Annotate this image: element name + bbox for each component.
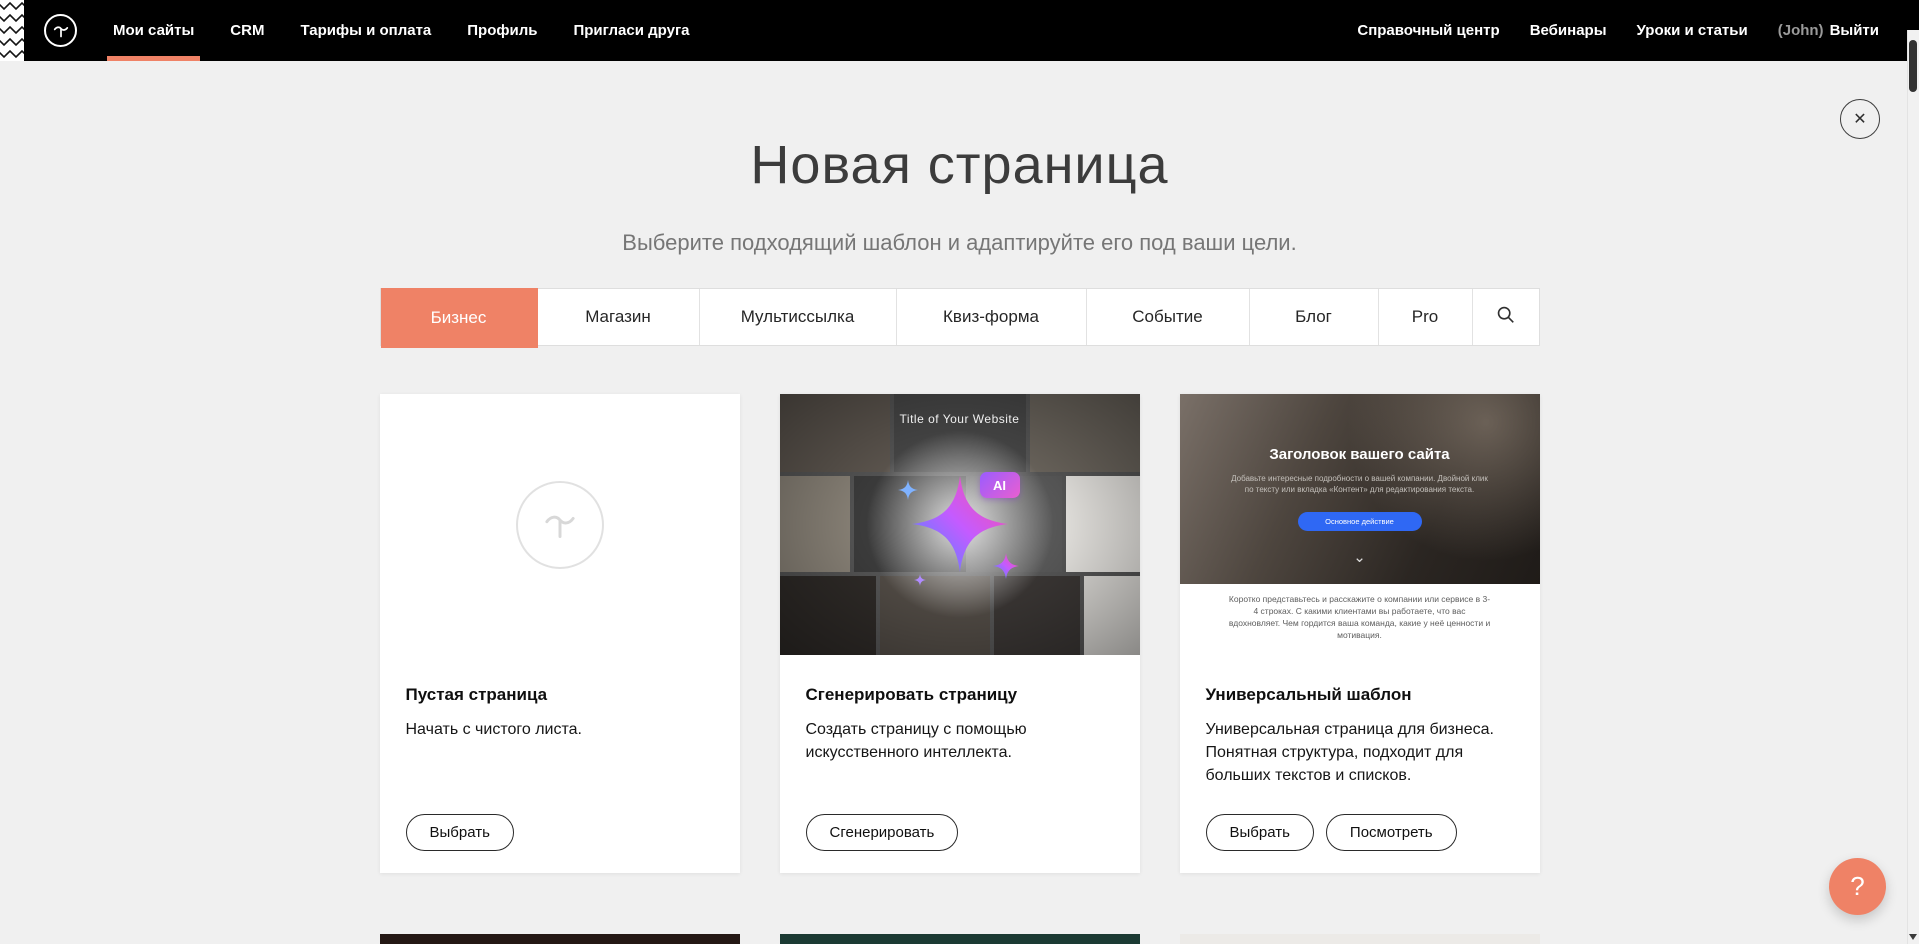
nav-logout[interactable]: (John) Выйти [1778, 0, 1879, 61]
select-blank-button[interactable]: Выбрать [406, 814, 514, 851]
tab-quiz-form[interactable]: Квиз-форма [897, 289, 1087, 345]
preview-body-text: Коротко представьтесь и расскажите о ком… [1180, 584, 1540, 655]
card-title: Универсальный шаблон [1206, 685, 1514, 705]
card-actions: Выбрать Посмотреть [1206, 814, 1457, 851]
ai-preview-collage: Title of Your Website [780, 394, 1140, 655]
page-subtitle: Выберите подходящий шаблон и адаптируйте… [0, 230, 1919, 256]
tilda-zigzag-decoration [0, 0, 24, 61]
template-card-blank-page[interactable]: Пустая страница Начать с чистого листа. … [380, 394, 740, 873]
tab-store[interactable]: Магазин [538, 289, 700, 345]
nav-profile[interactable]: Профиль [467, 0, 537, 61]
template-tabs-bar: Бизнес Магазин Мультиссылка Квиз-форма С… [0, 288, 1919, 346]
tab-blog[interactable]: Блог [1250, 289, 1379, 345]
card-description: Создать страницу с помощью искусственног… [806, 718, 1114, 764]
logout-label: Выйти [1830, 22, 1879, 39]
secondary-menu: Справочный центр Вебинары Уроки и статьи… [1357, 0, 1879, 61]
nav-my-sites[interactable]: Мои сайты [113, 0, 194, 61]
top-navbar: Мои сайты CRM Тарифы и оплата Профиль Пр… [0, 0, 1919, 61]
tilda-logo-watermark [516, 481, 604, 569]
template-card-ai-generate[interactable]: Title of Your Website [780, 394, 1140, 873]
card-actions: Сгенерировать [806, 814, 959, 851]
main-menu: Мои сайты CRM Тарифы и оплата Профиль Пр… [113, 0, 690, 61]
scrollbar-track[interactable] [1907, 30, 1919, 944]
generate-button[interactable]: Сгенерировать [806, 814, 959, 851]
preview-cta-button: Основное действие [1298, 512, 1422, 531]
question-mark-icon: ? [1850, 871, 1864, 902]
nav-plans-payment[interactable]: Тарифы и оплата [300, 0, 431, 61]
tab-pro[interactable]: Pro [1379, 289, 1473, 345]
preview-universal-button[interactable]: Посмотреть [1326, 814, 1457, 851]
tab-business[interactable]: Бизнес [381, 288, 538, 348]
template-cards-row: Пустая страница Начать с чистого листа. … [0, 394, 1919, 873]
chevron-down-icon: ⌄ [1353, 550, 1366, 565]
preview-hero-title: Заголовок вашего сайта [1180, 446, 1540, 463]
username-label: (John) [1778, 22, 1824, 39]
preview-hero-section: Заголовок вашего сайта Добавьте интересн… [1180, 394, 1540, 584]
nav-invite-friend[interactable]: Пригласи друга [573, 0, 689, 61]
card-description: Универсальная страница для бизнеса. Поня… [1206, 718, 1514, 788]
nav-webinars[interactable]: Вебинары [1530, 0, 1607, 61]
universal-template-preview: Заголовок вашего сайта Добавьте интересн… [1180, 394, 1540, 655]
preview-hero-subtitle: Добавьте интересные подробности о вашей … [1226, 474, 1492, 496]
vertical-scrollbar[interactable] [1907, 0, 1919, 944]
close-icon: ✕ [1853, 109, 1866, 129]
template-card-universal[interactable]: Заголовок вашего сайта Добавьте интересн… [1180, 394, 1540, 873]
close-button[interactable]: ✕ [1840, 99, 1880, 139]
ai-sparkle-icon [780, 394, 1140, 655]
template-card-partial[interactable] [780, 934, 1140, 944]
template-cards-row-partial [0, 934, 1919, 944]
tab-event[interactable]: Событие [1087, 289, 1250, 345]
card-actions: Выбрать [406, 814, 514, 851]
nav-help-center[interactable]: Справочный центр [1357, 0, 1499, 61]
select-universal-button[interactable]: Выбрать [1206, 814, 1314, 851]
help-button[interactable]: ? [1829, 858, 1886, 915]
tab-search[interactable] [1473, 289, 1539, 345]
scrollbar-thumb[interactable] [1909, 40, 1917, 92]
nav-lessons-articles[interactable]: Уроки и статьи [1637, 0, 1748, 61]
nav-crm[interactable]: CRM [230, 0, 264, 61]
card-description: Начать с чистого листа. [406, 718, 714, 741]
blank-page-preview [380, 394, 740, 655]
tab-multilink[interactable]: Мультиссылка [700, 289, 897, 345]
ai-badge: AI [980, 472, 1020, 498]
template-card-partial[interactable] [1180, 934, 1540, 944]
template-card-partial[interactable] [380, 934, 740, 944]
card-title: Сгенерировать страницу [806, 685, 1114, 705]
tilda-logo[interactable] [44, 14, 77, 47]
search-icon [1496, 305, 1516, 330]
card-title: Пустая страница [406, 685, 714, 705]
scrollbar-down-arrow[interactable] [1909, 934, 1917, 940]
page-title: Новая страница [0, 134, 1919, 196]
